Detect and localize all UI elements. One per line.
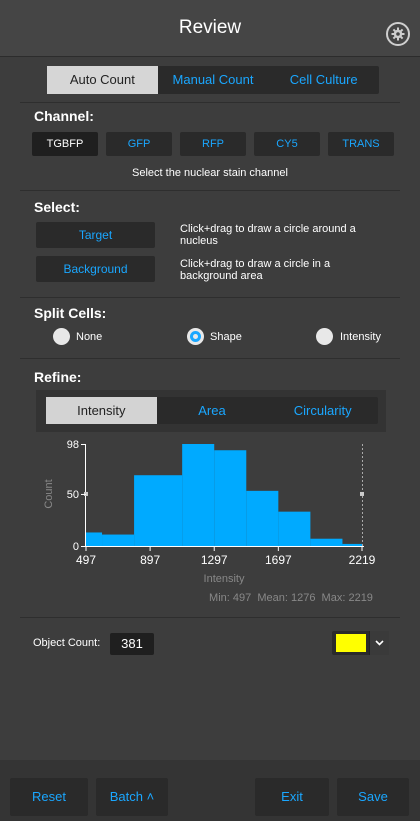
- reset-button[interactable]: Reset: [10, 778, 88, 816]
- histogram-bar-3: [182, 444, 215, 546]
- radio-shape[interactable]: [187, 328, 204, 345]
- header-bar: Review: [0, 0, 420, 57]
- histogram-bar-7: [310, 538, 343, 546]
- x-tick-label-2: 1297: [201, 553, 228, 567]
- channel-heading: Channel:: [34, 108, 94, 124]
- max-threshold-handle[interactable]: [360, 491, 364, 496]
- background-button[interactable]: Background: [36, 256, 155, 282]
- refine-heading: Refine:: [34, 369, 82, 385]
- radio-intensity[interactable]: [316, 328, 333, 345]
- x-tick-label-3: 1697: [265, 553, 292, 567]
- y-tick-label-0: 0: [73, 541, 79, 553]
- channel-button-tgbfp[interactable]: TGBFP: [32, 132, 98, 156]
- divider: [20, 102, 400, 103]
- channel-buttons: TGBFP GFP RFP CY5 TRANS: [32, 132, 394, 156]
- channel-button-gfp[interactable]: GFP: [106, 132, 172, 156]
- histogram-bar-5: [246, 490, 279, 546]
- histogram-bar-6: [278, 511, 311, 546]
- object-count-label: Object Count:: [33, 637, 101, 649]
- background-description: Click+drag to draw a circle in a backgro…: [180, 258, 331, 282]
- histogram-bar-4: [214, 450, 247, 546]
- tab-circularity[interactable]: Circularity: [267, 397, 378, 424]
- histogram-bar-8: [342, 543, 362, 546]
- histogram-bar-0: [86, 532, 103, 546]
- tab-intensity[interactable]: Intensity: [46, 397, 157, 424]
- target-button[interactable]: Target: [36, 222, 155, 248]
- y-axis-label: Count: [43, 479, 55, 508]
- min-threshold-handle[interactable]: [84, 491, 88, 496]
- radio-none[interactable]: [53, 328, 70, 345]
- tab-auto-count[interactable]: Auto Count: [47, 66, 158, 94]
- select-heading: Select:: [34, 199, 80, 215]
- channel-button-cy5[interactable]: CY5: [254, 132, 320, 156]
- batch-button[interactable]: Batch ˄: [96, 778, 168, 816]
- divider: [20, 297, 400, 298]
- color-swatch[interactable]: [336, 634, 366, 652]
- y-tick-label-2: 98: [67, 439, 79, 451]
- histogram-bar-2: [134, 475, 183, 546]
- save-button[interactable]: Save: [337, 778, 409, 816]
- radio-none-label: None: [76, 331, 103, 343]
- tab-manual-count[interactable]: Manual Count: [158, 66, 269, 94]
- radio-shape-label: Shape: [210, 331, 242, 343]
- chevron-down-icon: [375, 640, 384, 646]
- x-tick-label-4: 2219: [349, 553, 376, 567]
- tab-area[interactable]: Area: [157, 397, 268, 424]
- channel-hint: Select the nuclear stain channel: [132, 167, 288, 179]
- target-description: Click+drag to draw a circle around a nuc…: [180, 223, 356, 247]
- histogram-bar-1: [102, 534, 135, 546]
- tab-cell-culture[interactable]: Cell Culture: [268, 66, 379, 94]
- footer-bar: Reset Batch ˄ Exit Save: [0, 760, 420, 821]
- histogram-stats: Min: 497 Mean: 1276 Max: 2219: [209, 592, 373, 604]
- channel-button-trans[interactable]: TRANS: [328, 132, 394, 156]
- divider: [20, 190, 400, 191]
- x-tick-label-0: 497: [76, 553, 96, 567]
- color-picker[interactable]: [332, 631, 389, 655]
- y-tick-label-1: 50: [67, 489, 79, 501]
- intensity-histogram[interactable]: 0 50 98 497 897 1297 1697 2219 Count Intensity…: [0, 434, 420, 614]
- radio-intensity-label: Intensity: [340, 331, 381, 343]
- x-tick-label-1: 897: [140, 553, 160, 567]
- x-axis-label: Intensity: [204, 573, 245, 585]
- refine-tabs: Intensity Area Circularity: [46, 397, 378, 424]
- gear-icon-glyph: [391, 27, 405, 41]
- object-count-value: 381: [110, 633, 154, 655]
- color-dropdown-button[interactable]: [369, 631, 389, 655]
- split-cells-heading: Split Cells:: [34, 305, 107, 321]
- mode-tabs: Auto Count Manual Count Cell Culture: [47, 66, 379, 94]
- divider: [20, 617, 400, 618]
- gear-icon[interactable]: [386, 22, 410, 46]
- channel-button-rfp[interactable]: RFP: [180, 132, 246, 156]
- divider: [20, 358, 400, 359]
- page-title: Review: [178, 17, 242, 38]
- exit-button[interactable]: Exit: [255, 778, 329, 816]
